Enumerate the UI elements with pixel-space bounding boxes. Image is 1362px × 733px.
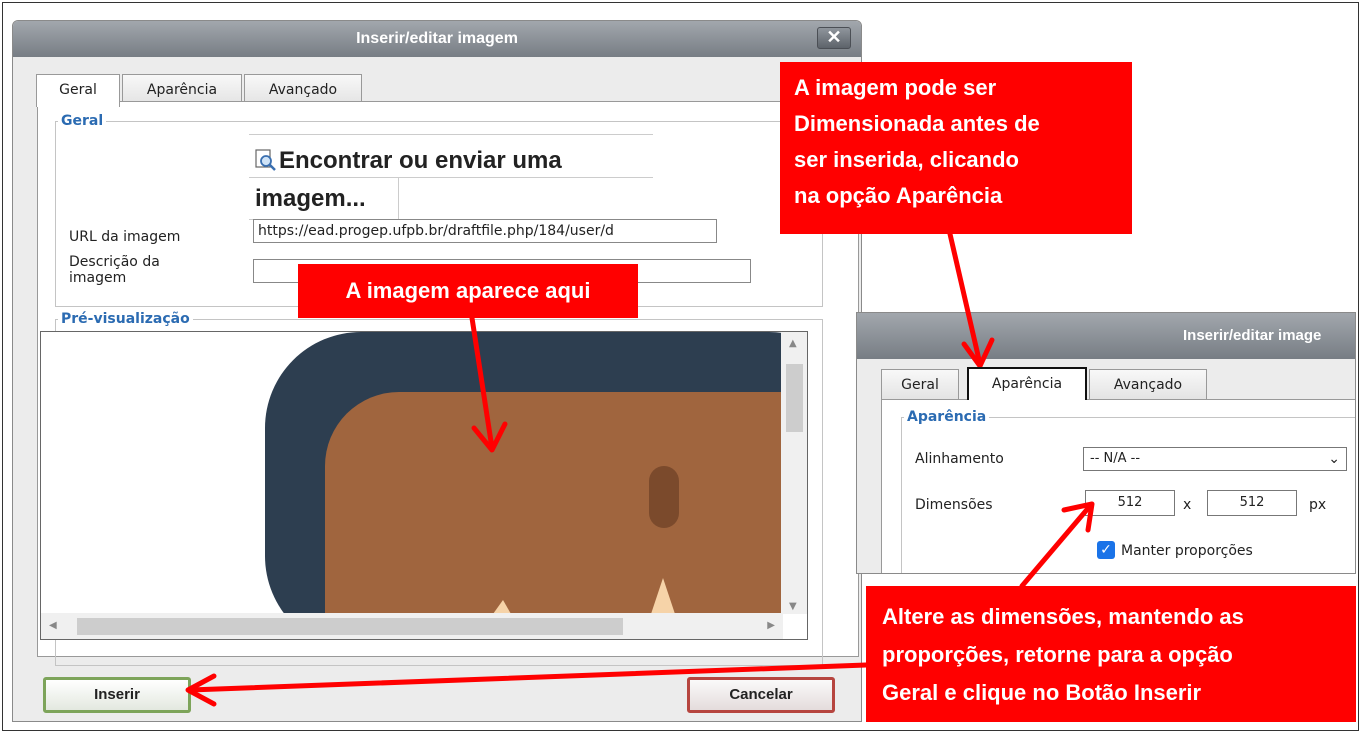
browse-image-link[interactable]: Encontrar ou enviar uma imagem... xyxy=(249,134,653,220)
callout-resize-line3: ser inserida, clicando xyxy=(794,147,1019,172)
close-icon: ✕ xyxy=(826,27,842,47)
callout-preview: A imagem aparece aqui xyxy=(298,264,638,318)
search-icon xyxy=(255,149,276,171)
preview-horizontal-scrollbar[interactable]: ◀ ▶ xyxy=(41,613,783,639)
general-legend: Geral xyxy=(61,113,104,129)
keep-proportions-checkbox[interactable]: ✓ xyxy=(1097,541,1115,559)
vertical-scroll-thumb[interactable] xyxy=(786,364,803,432)
url-input[interactable]: https://ead.progep.ufpb.br/draftfile.php… xyxy=(253,219,717,243)
browse-link-label: Encontrar ou enviar uma imagem... xyxy=(255,147,562,212)
callout-insert-tip: Altere as dimensões, mantendo as proporç… xyxy=(866,586,1356,722)
inset-tab-geral-label: Geral xyxy=(901,377,939,393)
alignment-value: -- N/A -- xyxy=(1090,451,1141,466)
tab-geral[interactable]: Geral xyxy=(36,74,120,107)
dimensions-label: Dimensões xyxy=(915,497,993,513)
preview-vertical-scrollbar[interactable]: ▲ ▼ xyxy=(781,332,807,614)
close-button[interactable]: ✕ xyxy=(817,27,851,49)
alignment-select[interactable]: -- N/A -- ⌄ xyxy=(1083,447,1347,471)
description-label-line2: imagem xyxy=(69,270,127,286)
scroll-down-icon[interactable]: ▼ xyxy=(789,601,797,612)
cancel-button[interactable]: Cancelar xyxy=(687,677,835,713)
callout-resize-line4: na opção Aparência xyxy=(794,183,1003,208)
dialog-title: Inserir/editar imagem xyxy=(356,30,518,47)
tab-aparencia-label: Aparência xyxy=(146,82,218,98)
horizontal-scroll-thumb[interactable] xyxy=(77,618,623,635)
callout-resize-line2: Dimensionada antes de xyxy=(794,111,1040,136)
scroll-up-icon[interactable]: ▲ xyxy=(789,338,797,349)
image-preview[interactable]: ▲ ▼ ◀ ▶ xyxy=(40,331,808,640)
browse-link-content: Encontrar ou enviar uma imagem... xyxy=(255,142,675,218)
times-label: x xyxy=(1183,497,1192,513)
alignment-label: Alinhamento xyxy=(915,451,1004,467)
width-input[interactable]: 512 xyxy=(1085,490,1175,516)
height-input[interactable]: 512 xyxy=(1207,490,1297,516)
inset-title: Inserir/editar image xyxy=(857,313,1355,359)
unit-label: px xyxy=(1309,497,1327,513)
tab-avancado-label: Avançado xyxy=(268,82,338,98)
scroll-left-icon[interactable]: ◀ xyxy=(49,620,57,631)
preview-legend: Pré-visualização xyxy=(61,311,190,327)
callout-resize-line1: A imagem pode ser xyxy=(794,75,997,100)
dialog-titlebar[interactable]: Inserir/editar imagem ✕ xyxy=(13,21,861,57)
inset-tab-geral[interactable]: Geral xyxy=(881,369,959,400)
callout-insert-line1: Altere as dimensões, mantendo as xyxy=(882,604,1244,629)
inset-tab-aparencia-label: Aparência xyxy=(991,376,1063,392)
description-label-line1: Descrição da xyxy=(69,254,160,270)
tab-geral-label: Geral xyxy=(59,82,97,98)
chevron-down-icon: ⌄ xyxy=(1328,451,1340,467)
insert-button[interactable]: Inserir xyxy=(43,677,191,713)
keep-proportions-label: Manter proporções xyxy=(1121,543,1253,559)
inset-tab-avancado-label: Avançado xyxy=(1113,377,1183,393)
inset-tab-avancado[interactable]: Avançado xyxy=(1089,369,1207,400)
callout-resize-tip: A imagem pode ser Dimensionada antes de … xyxy=(780,62,1132,234)
inset-tab-aparencia[interactable]: Aparência xyxy=(967,367,1087,400)
scroll-right-icon[interactable]: ▶ xyxy=(767,620,775,631)
url-label: URL da imagem xyxy=(69,229,181,245)
inset-dialog-aparencia: Inserir/editar image Geral Aparência Ava… xyxy=(856,312,1356,574)
callout-insert-line2: proporções, retorne para a opção xyxy=(882,642,1233,667)
callout-insert-line3: Geral e clique no Botão Inserir xyxy=(882,680,1202,705)
inset-legend: Aparência xyxy=(907,409,987,425)
preview-image xyxy=(265,332,783,614)
description-label: Descrição da imagem xyxy=(69,254,160,286)
